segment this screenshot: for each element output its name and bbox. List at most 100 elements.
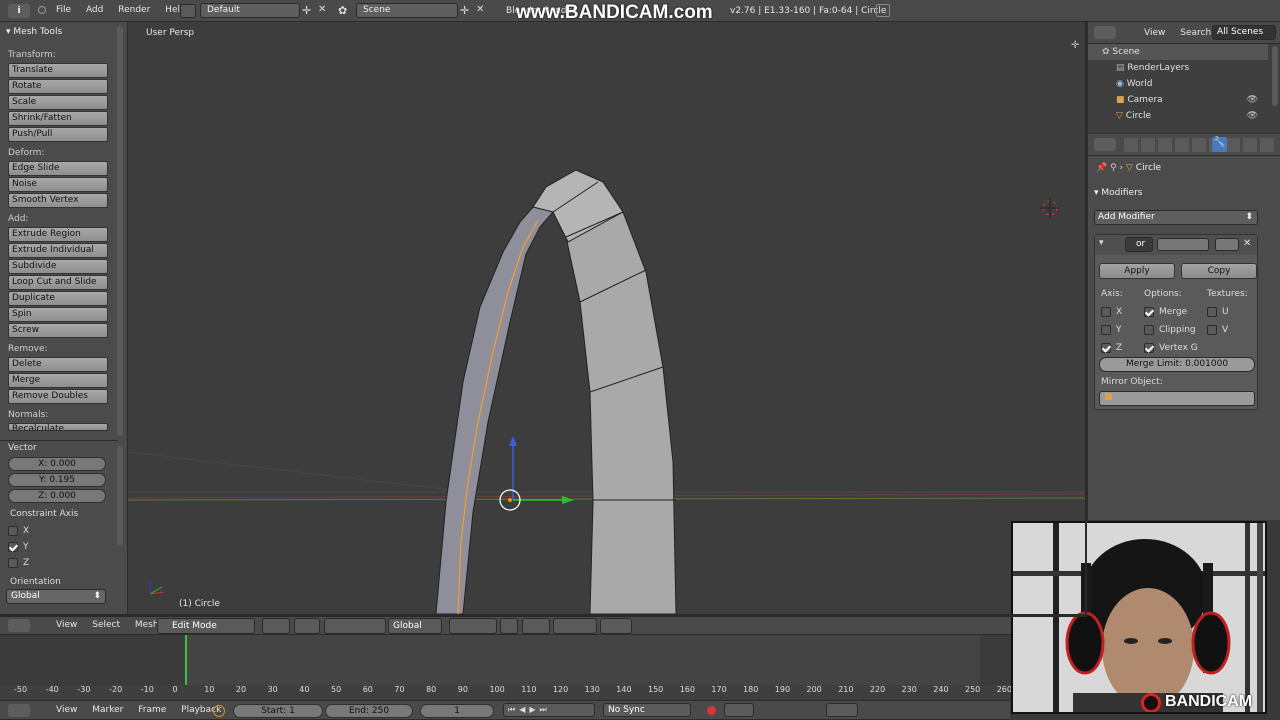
start-frame-field[interactable]: Start: 1	[233, 704, 323, 718]
manipulator-toggles[interactable]	[324, 618, 386, 634]
area-split-bottom[interactable]	[0, 614, 1085, 617]
vector-y-field[interactable]: Y: 0.195	[8, 473, 106, 487]
screen-layout-icon[interactable]	[180, 4, 196, 18]
mesh-tools-header[interactable]: ▾ Mesh Tools	[6, 27, 62, 37]
modifier-visibility-toggles[interactable]	[1157, 238, 1209, 251]
vector-z-field[interactable]: Z: 0.000	[8, 489, 106, 503]
eye-icon[interactable]: 👁	[1247, 92, 1258, 108]
smooth-vertex-button[interactable]: Smooth Vertex	[8, 193, 108, 208]
translate-button[interactable]: Translate	[8, 63, 108, 78]
screw-button[interactable]: Screw	[8, 323, 108, 338]
eye-icon[interactable]: 👁	[1247, 108, 1258, 124]
axis-z-checkbox[interactable]: Z	[1101, 339, 1122, 357]
menu-render[interactable]: Render	[112, 5, 156, 15]
spin-button[interactable]: Spin	[8, 307, 108, 322]
preview-range-icon[interactable]	[213, 705, 225, 717]
orientation-dropdown[interactable]: Global ⬍	[6, 589, 106, 604]
menu-view[interactable]: View	[50, 705, 83, 715]
axis-x-checkbox[interactable]: X	[1101, 303, 1122, 321]
constraint-y-checkbox[interactable]: Y	[8, 539, 29, 555]
vertex-group-checkbox[interactable]: Vertex G	[1144, 339, 1198, 357]
clipping-checkbox[interactable]: Clipping	[1144, 321, 1198, 339]
keyframe-icons[interactable]	[826, 703, 858, 717]
merge-checkbox[interactable]: Merge	[1144, 303, 1198, 321]
3d-viewport[interactable]: User Persp (1) Circle ✛	[128, 22, 1085, 614]
sync-dropdown[interactable]: No Sync	[603, 703, 691, 717]
outliner-scrollbar[interactable]	[1272, 46, 1278, 106]
extrude-individual-button[interactable]: Extrude Individual	[8, 243, 108, 258]
outliner-item-renderlayers[interactable]: ▤ RenderLayers	[1088, 60, 1268, 76]
properties-tabs[interactable]	[1124, 138, 1274, 152]
vector-x-field[interactable]: X: 0.000	[8, 457, 106, 471]
end-frame-field[interactable]: End: 250	[325, 704, 413, 718]
add-layout-icon[interactable]: ✛	[302, 4, 311, 17]
keying-set-icons[interactable]	[724, 703, 754, 717]
timeline-editor-icon[interactable]	[8, 704, 30, 717]
rotate-button[interactable]: Rotate	[8, 79, 108, 94]
add-scene-icon[interactable]: ✛	[460, 4, 469, 17]
subdivide-button[interactable]: Subdivide	[8, 259, 108, 274]
viewport-plus-icon[interactable]: ✛	[1071, 40, 1079, 51]
menu-marker[interactable]: Marker	[86, 705, 129, 715]
outliner-item-world[interactable]: ◉ World	[1088, 76, 1268, 92]
modifier-tab-icon[interactable]: 🔧	[1212, 137, 1227, 152]
occlude-toggle[interactable]	[500, 618, 518, 634]
noise-button[interactable]: Noise	[8, 177, 108, 192]
outliner-item-camera[interactable]: ■ Camera 👁	[1088, 92, 1268, 108]
extrude-region-button[interactable]: Extrude Region	[8, 227, 108, 242]
push-pull-button[interactable]: Push/Pull	[8, 127, 108, 142]
mode-dropdown[interactable]: Edit Mode	[157, 618, 255, 634]
operator-scrollbar[interactable]	[117, 446, 123, 546]
remove-doubles-button[interactable]: Remove Doubles	[8, 389, 108, 404]
playhead-icon[interactable]	[185, 635, 187, 685]
loop-cut-button[interactable]: Loop Cut and Slide	[8, 275, 108, 290]
scene-field[interactable]: Scene	[356, 3, 458, 18]
menu-view[interactable]: View	[50, 620, 83, 630]
constraint-z-checkbox[interactable]: Z	[8, 555, 29, 571]
apply-button[interactable]: Apply	[1099, 263, 1175, 279]
remove-layout-icon[interactable]: ✕	[318, 4, 326, 15]
menu-file[interactable]: File	[50, 5, 77, 15]
tool-shelf-scrollbar[interactable]	[117, 26, 123, 436]
screen-layout-field[interactable]: Default	[200, 3, 300, 18]
outliner-editor-icon[interactable]	[1094, 26, 1116, 39]
menu-search[interactable]: Search	[1174, 28, 1217, 38]
snap-controls[interactable]	[553, 618, 597, 634]
blender-icon[interactable]: i	[8, 4, 30, 18]
recalculate-button[interactable]: Recalculate	[8, 423, 108, 431]
menu-select[interactable]: Select	[86, 620, 126, 630]
constraint-x-checkbox[interactable]: X	[8, 523, 29, 539]
shrink-fatten-button[interactable]: Shrink/Fatten	[8, 111, 108, 126]
render-preview-icons[interactable]	[600, 618, 632, 634]
add-modifier-dropdown[interactable]: Add Modifier ⬍	[1094, 210, 1258, 225]
render-icon[interactable]	[876, 4, 890, 17]
merge-limit-field[interactable]: Merge Limit: 0.001000	[1099, 357, 1255, 372]
remove-scene-icon[interactable]: ✕	[476, 4, 484, 15]
edge-slide-button[interactable]: Edge Slide	[8, 161, 108, 176]
delete-button[interactable]: Delete	[8, 357, 108, 372]
outliner-item-circle[interactable]: ▽ Circle 👁	[1088, 108, 1268, 124]
timeline[interactable]: -50 -40 -30 -20 -10 0 10 20 30 40 50 60 70 80 90 100 110…	[0, 635, 1012, 700]
proportional-edit[interactable]	[522, 618, 550, 634]
copy-button[interactable]: Copy	[1181, 263, 1257, 279]
menu-view[interactable]: View	[1138, 28, 1171, 38]
mirror-object-field[interactable]: ■	[1099, 391, 1255, 406]
scale-button[interactable]: Scale	[8, 95, 108, 110]
move-up-down-icons[interactable]	[1215, 238, 1239, 251]
pivot-dropdown[interactable]	[294, 618, 320, 634]
current-frame-field[interactable]: 1	[420, 704, 494, 718]
properties-editor-icon[interactable]	[1094, 138, 1116, 151]
axis-y-checkbox[interactable]: Y	[1101, 321, 1122, 339]
merge-button[interactable]: Merge	[8, 373, 108, 388]
modifier-name-field[interactable]: or	[1125, 237, 1153, 252]
texture-v-checkbox[interactable]: V	[1207, 321, 1229, 339]
display-mode-dropdown[interactable]: All Scenes	[1212, 25, 1276, 40]
modifiers-panel-header[interactable]: ▾ Modifiers	[1094, 188, 1142, 198]
record-icon[interactable]	[707, 706, 716, 715]
menu-frame[interactable]: Frame	[132, 705, 172, 715]
expand-icon[interactable]: ▾	[1099, 238, 1104, 248]
select-mode-buttons[interactable]	[449, 618, 497, 634]
pin-icon[interactable]: 📌 ⚲ ›	[1096, 163, 1126, 173]
playback-controls[interactable]: ⏮◀▶⏭	[503, 703, 595, 717]
remove-modifier-icon[interactable]: ✕	[1243, 238, 1251, 249]
